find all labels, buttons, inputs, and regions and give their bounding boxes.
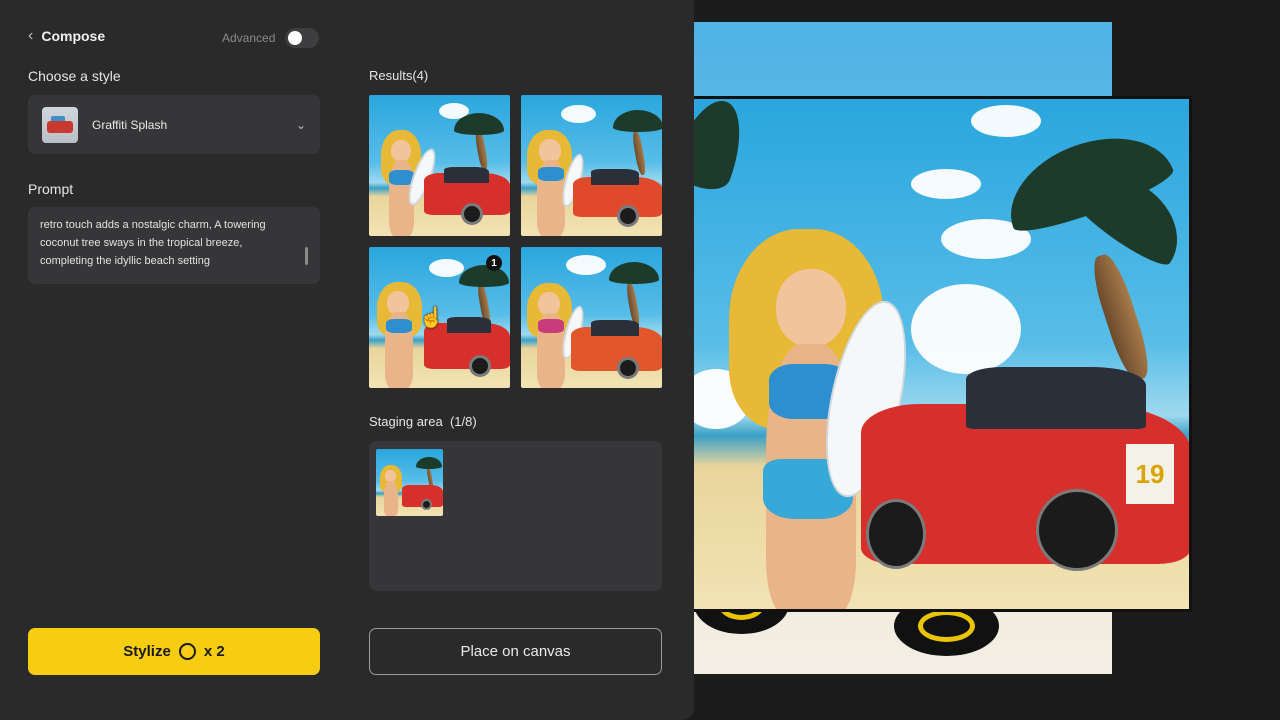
style-selected-value: Graffiti Splash (92, 117, 168, 132)
prompt-textarea[interactable]: retro touch adds a nostalgic charm, A to… (28, 207, 320, 284)
chevron-left-icon: ‹ (28, 27, 34, 44)
result-thumbnail[interactable] (369, 95, 510, 236)
stylize-label: Stylize (123, 643, 171, 660)
credit-icon: ⚡ (178, 643, 196, 660)
prompt-scrollbar[interactable] (305, 247, 308, 265)
prompt-section-label: Prompt (28, 181, 74, 197)
result-thumbnail-selected[interactable]: 1 ☝ (369, 247, 510, 388)
hand-cursor-icon: ☝ (419, 307, 444, 329)
staging-label: Staging area (1/8) (369, 414, 477, 429)
style-section-label: Choose a style (28, 68, 121, 84)
staged-image[interactable] (376, 449, 443, 516)
result-thumbnail[interactable] (521, 95, 662, 236)
style-dropdown[interactable]: Graffiti Splash ⌄ (28, 95, 320, 154)
selection-badge: 1 (486, 255, 502, 271)
advanced-toggle[interactable] (285, 28, 320, 48)
advanced-control: Advanced (222, 28, 320, 48)
prompt-text: retro touch adds a nostalgic charm, A to… (40, 219, 266, 267)
compose-panel: ‹ Compose Advanced Choose a style Graffi… (0, 0, 694, 720)
result-thumbnail[interactable] (521, 247, 662, 388)
car-number: 19 (1126, 444, 1174, 504)
result-preview: 19 (678, 96, 1192, 612)
stylize-cost: x 2 (203, 643, 225, 660)
stylize-button[interactable]: Stylize ⚡ x 2 (28, 628, 320, 675)
staging-area (369, 441, 662, 591)
style-thumbnail (42, 106, 78, 143)
back-label: Compose (41, 28, 106, 44)
chevron-down-icon: ⌄ (295, 117, 306, 132)
advanced-label: Advanced (222, 31, 276, 45)
back-button[interactable]: ‹ Compose (28, 27, 105, 45)
results-label: Results(4) (369, 68, 429, 83)
place-on-canvas-button[interactable]: Place on canvas (369, 628, 662, 675)
